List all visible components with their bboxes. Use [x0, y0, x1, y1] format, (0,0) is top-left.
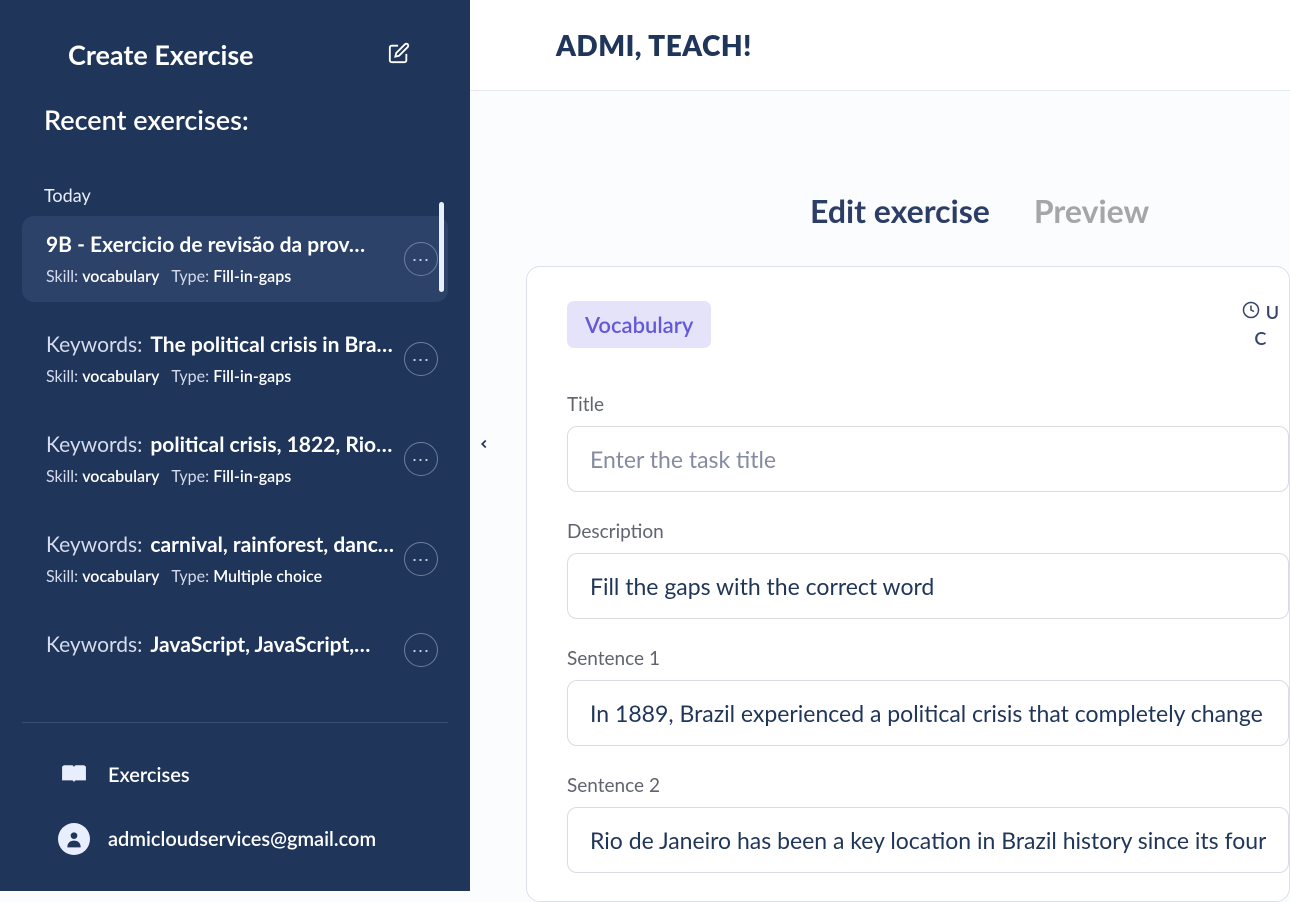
more-icon[interactable]: ⋯	[404, 342, 438, 376]
exercise-meta: Skill: vocabulary Type: Fill-in-gaps	[46, 367, 394, 386]
more-icon[interactable]: ⋯	[404, 242, 438, 276]
exercise-meta: Skill: vocabulary Type: Fill-in-gaps	[46, 267, 394, 286]
exercise-list: Today 9B - Exercicio de revisão da prov……	[0, 136, 470, 722]
avatar-icon	[58, 823, 90, 855]
tabs: Edit exercise Preview	[470, 191, 1290, 230]
sidebar-footer: Exercises admicloudservices@gmail.com	[22, 722, 448, 891]
exercise-title: 9B - Exercicio de revisão da prov…	[46, 232, 394, 257]
exercise-item[interactable]: 9B - Exercicio de revisão da prov… Skill…	[22, 216, 448, 302]
sentence2-label: Sentence 2	[567, 774, 1289, 797]
brand-bar: ADMI, TEACH!	[470, 0, 1290, 91]
compose-icon[interactable]	[388, 42, 410, 68]
main-content: ADMI, TEACH! Edit exercise Preview Vocab…	[470, 0, 1290, 891]
skill-badge: Vocabulary	[567, 301, 711, 348]
exercise-keywords: Keywords:The political crisis in Brazil…	[46, 332, 394, 357]
more-icon[interactable]: ⋯	[404, 442, 438, 476]
recent-exercises-heading: Recent exercises:	[0, 91, 470, 136]
exercise-item[interactable]: Keywords:carnival, rainforest, dance,… S…	[22, 516, 448, 602]
field-sentence-2: Sentence 2	[567, 774, 1289, 873]
tab-edit[interactable]: Edit exercise	[810, 191, 990, 230]
field-sentence-1: Sentence 1	[567, 647, 1289, 746]
nav-account[interactable]: admicloudservices@gmail.com	[58, 807, 448, 871]
more-icon[interactable]: ⋯	[404, 633, 438, 667]
sentence1-input[interactable]	[567, 680, 1289, 746]
exercise-keywords: Keywords:carnival, rainforest, dance,…	[46, 532, 394, 557]
editor-panel: Vocabulary U C Titl	[526, 266, 1290, 902]
sidebar: Create Exercise Recent exercises: Today …	[0, 0, 470, 891]
title-input[interactable]	[567, 426, 1289, 492]
content-wrap: Edit exercise Preview Vocabulary U	[470, 91, 1290, 902]
field-title: Title	[567, 393, 1289, 492]
create-exercise-title[interactable]: Create Exercise	[68, 38, 254, 71]
exercise-meta: Skill: vocabulary Type: Fill-in-gaps	[46, 467, 394, 486]
user-email: admicloudservices@gmail.com	[108, 827, 376, 851]
title-label: Title	[567, 393, 1289, 416]
exercise-meta: Skill: vocabulary Type: Multiple choice	[46, 567, 394, 586]
collapse-sidebar-button[interactable]	[470, 430, 498, 458]
time-group-today: Today	[22, 176, 448, 216]
clock-icon	[1242, 301, 1260, 323]
nav-exercises[interactable]: Exercises	[58, 743, 448, 807]
nav-exercises-label: Exercises	[108, 763, 190, 787]
description-label: Description	[567, 520, 1289, 543]
exercise-item[interactable]: Keywords:JavaScript, JavaScript,… ⋯	[22, 616, 448, 683]
sidebar-scrollbar[interactable]	[439, 202, 444, 292]
exercise-keywords: Keywords:political crisis, 1822, Rio de…	[46, 432, 394, 457]
brand-title: ADMI, TEACH!	[556, 28, 1290, 62]
sentence2-input[interactable]	[567, 807, 1289, 873]
more-icon[interactable]: ⋯	[404, 542, 438, 576]
exercise-item[interactable]: Keywords:political crisis, 1822, Rio de……	[22, 416, 448, 502]
sentence1-label: Sentence 1	[567, 647, 1289, 670]
exercise-keywords: Keywords:JavaScript, JavaScript,…	[46, 632, 394, 657]
description-input[interactable]	[567, 553, 1289, 619]
field-description: Description	[567, 520, 1289, 619]
exercise-item[interactable]: Keywords:The political crisis in Brazil……	[22, 316, 448, 402]
sidebar-header: Create Exercise	[0, 0, 470, 91]
panel-header: Vocabulary U C	[567, 301, 1289, 349]
tab-preview[interactable]: Preview	[1034, 191, 1149, 230]
book-icon	[58, 759, 90, 791]
use-count-indicator: U C	[1242, 301, 1279, 349]
